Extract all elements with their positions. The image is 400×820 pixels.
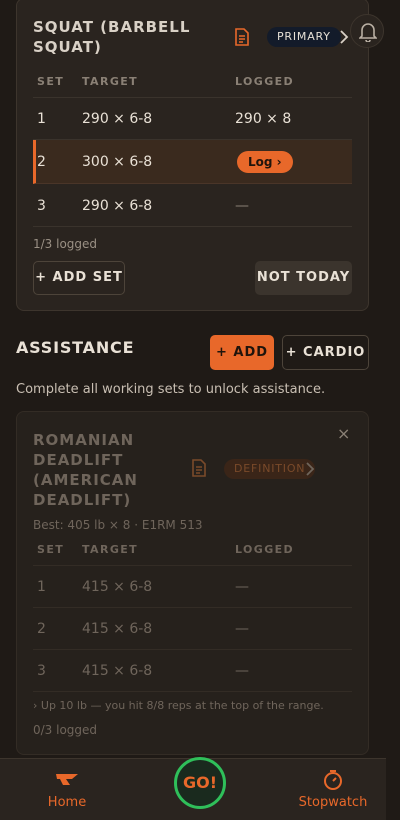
col-header-logged: LOGGED (235, 75, 295, 88)
col-header-set: SET (37, 543, 65, 556)
set-row-active[interactable]: 2 300 × 6-8 Log › (33, 140, 352, 184)
set-number: 1 (37, 111, 46, 127)
set-logged: — (235, 579, 249, 595)
add-cardio-button[interactable]: + CARDIO (282, 335, 369, 370)
col-header-set: SET (37, 75, 65, 88)
nav-stopwatch-label: Stopwatch (298, 795, 368, 810)
set-target: 290 × 6-8 (82, 198, 153, 214)
set-target: 415 × 6-8 (82, 663, 153, 679)
scrollbar[interactable] (386, 0, 400, 820)
go-button[interactable]: GO! (174, 757, 226, 809)
stopwatch-icon (324, 770, 342, 790)
nav-home-label: Home (47, 795, 87, 810)
assistance-exercise-card: ROMANIAN DEADLIFT (AMERICAN DEADLIFT) × … (16, 411, 369, 755)
set-number: 2 (37, 154, 46, 170)
bottom-nav: Home GO! Stopwatch (0, 757, 386, 820)
set-logged: — (235, 621, 249, 637)
note-icon[interactable] (234, 28, 250, 46)
set-logged: — (235, 663, 249, 679)
chevron-right-icon[interactable] (305, 462, 315, 476)
set-row[interactable]: 1 290 × 6-8 290 × 8 (33, 98, 352, 140)
set-row: 3 415 × 6-8 — (33, 650, 352, 692)
logged-count: 0/3 logged (33, 723, 98, 737)
progression-hint: › Up 10 lb — you hit 8/8 reps at the top… (33, 699, 324, 712)
note-icon[interactable] (191, 459, 207, 477)
notifications-button[interactable] (350, 14, 384, 48)
best-stat: Best: 405 lb × 8 · E1RM 513 (33, 518, 203, 532)
set-logged: 290 × 8 (235, 111, 292, 127)
set-row[interactable]: 3 290 × 6-8 — (33, 185, 352, 227)
logged-count: 1/3 logged (33, 237, 98, 251)
exercise-title[interactable]: SQUAT (BARBELL SQUAT) (33, 17, 223, 57)
col-header-target: TARGET (82, 543, 139, 556)
primary-exercise-card: SQUAT (BARBELL SQUAT) PRIMARY SET TARGET… (16, 0, 369, 311)
exercise-title[interactable]: ROMANIAN DEADLIFT (AMERICAN DEADLIFT) (33, 430, 173, 510)
set-target: 415 × 6-8 (82, 621, 153, 637)
add-set-button[interactable]: + ADD SET (33, 261, 125, 295)
workout-page: SQUAT (BARBELL SQUAT) PRIMARY SET TARGET… (0, 0, 386, 760)
nav-home[interactable]: Home (40, 759, 94, 820)
definition-badge[interactable]: DEFINITION (224, 459, 316, 479)
col-header-target: TARGET (82, 75, 139, 88)
section-title: ASSISTANCE (16, 338, 135, 357)
log-set-button[interactable]: Log › (237, 151, 293, 173)
nav-stopwatch[interactable]: Stopwatch (298, 759, 368, 820)
set-target: 415 × 6-8 (82, 579, 153, 595)
primary-badge: PRIMARY (267, 27, 341, 47)
set-target: 290 × 6-8 (82, 111, 153, 127)
bell-icon (359, 23, 377, 42)
set-number: 3 (37, 663, 46, 679)
col-header-logged: LOGGED (235, 543, 295, 556)
set-row: 2 415 × 6-8 — (33, 608, 352, 650)
set-number: 3 (37, 198, 46, 214)
set-logged: — (235, 198, 249, 214)
add-assistance-button[interactable]: + ADD (210, 335, 274, 370)
set-target: 300 × 6-8 (82, 154, 153, 170)
home-icon (56, 774, 78, 785)
set-number: 2 (37, 621, 46, 637)
set-number: 1 (37, 579, 46, 595)
close-icon[interactable]: × (337, 424, 350, 443)
set-row: 1 415 × 6-8 — (33, 566, 352, 608)
section-subtitle: Complete all working sets to unlock assi… (16, 382, 326, 397)
chevron-right-icon[interactable] (339, 30, 349, 44)
not-today-button[interactable]: NOT TODAY (255, 261, 352, 295)
